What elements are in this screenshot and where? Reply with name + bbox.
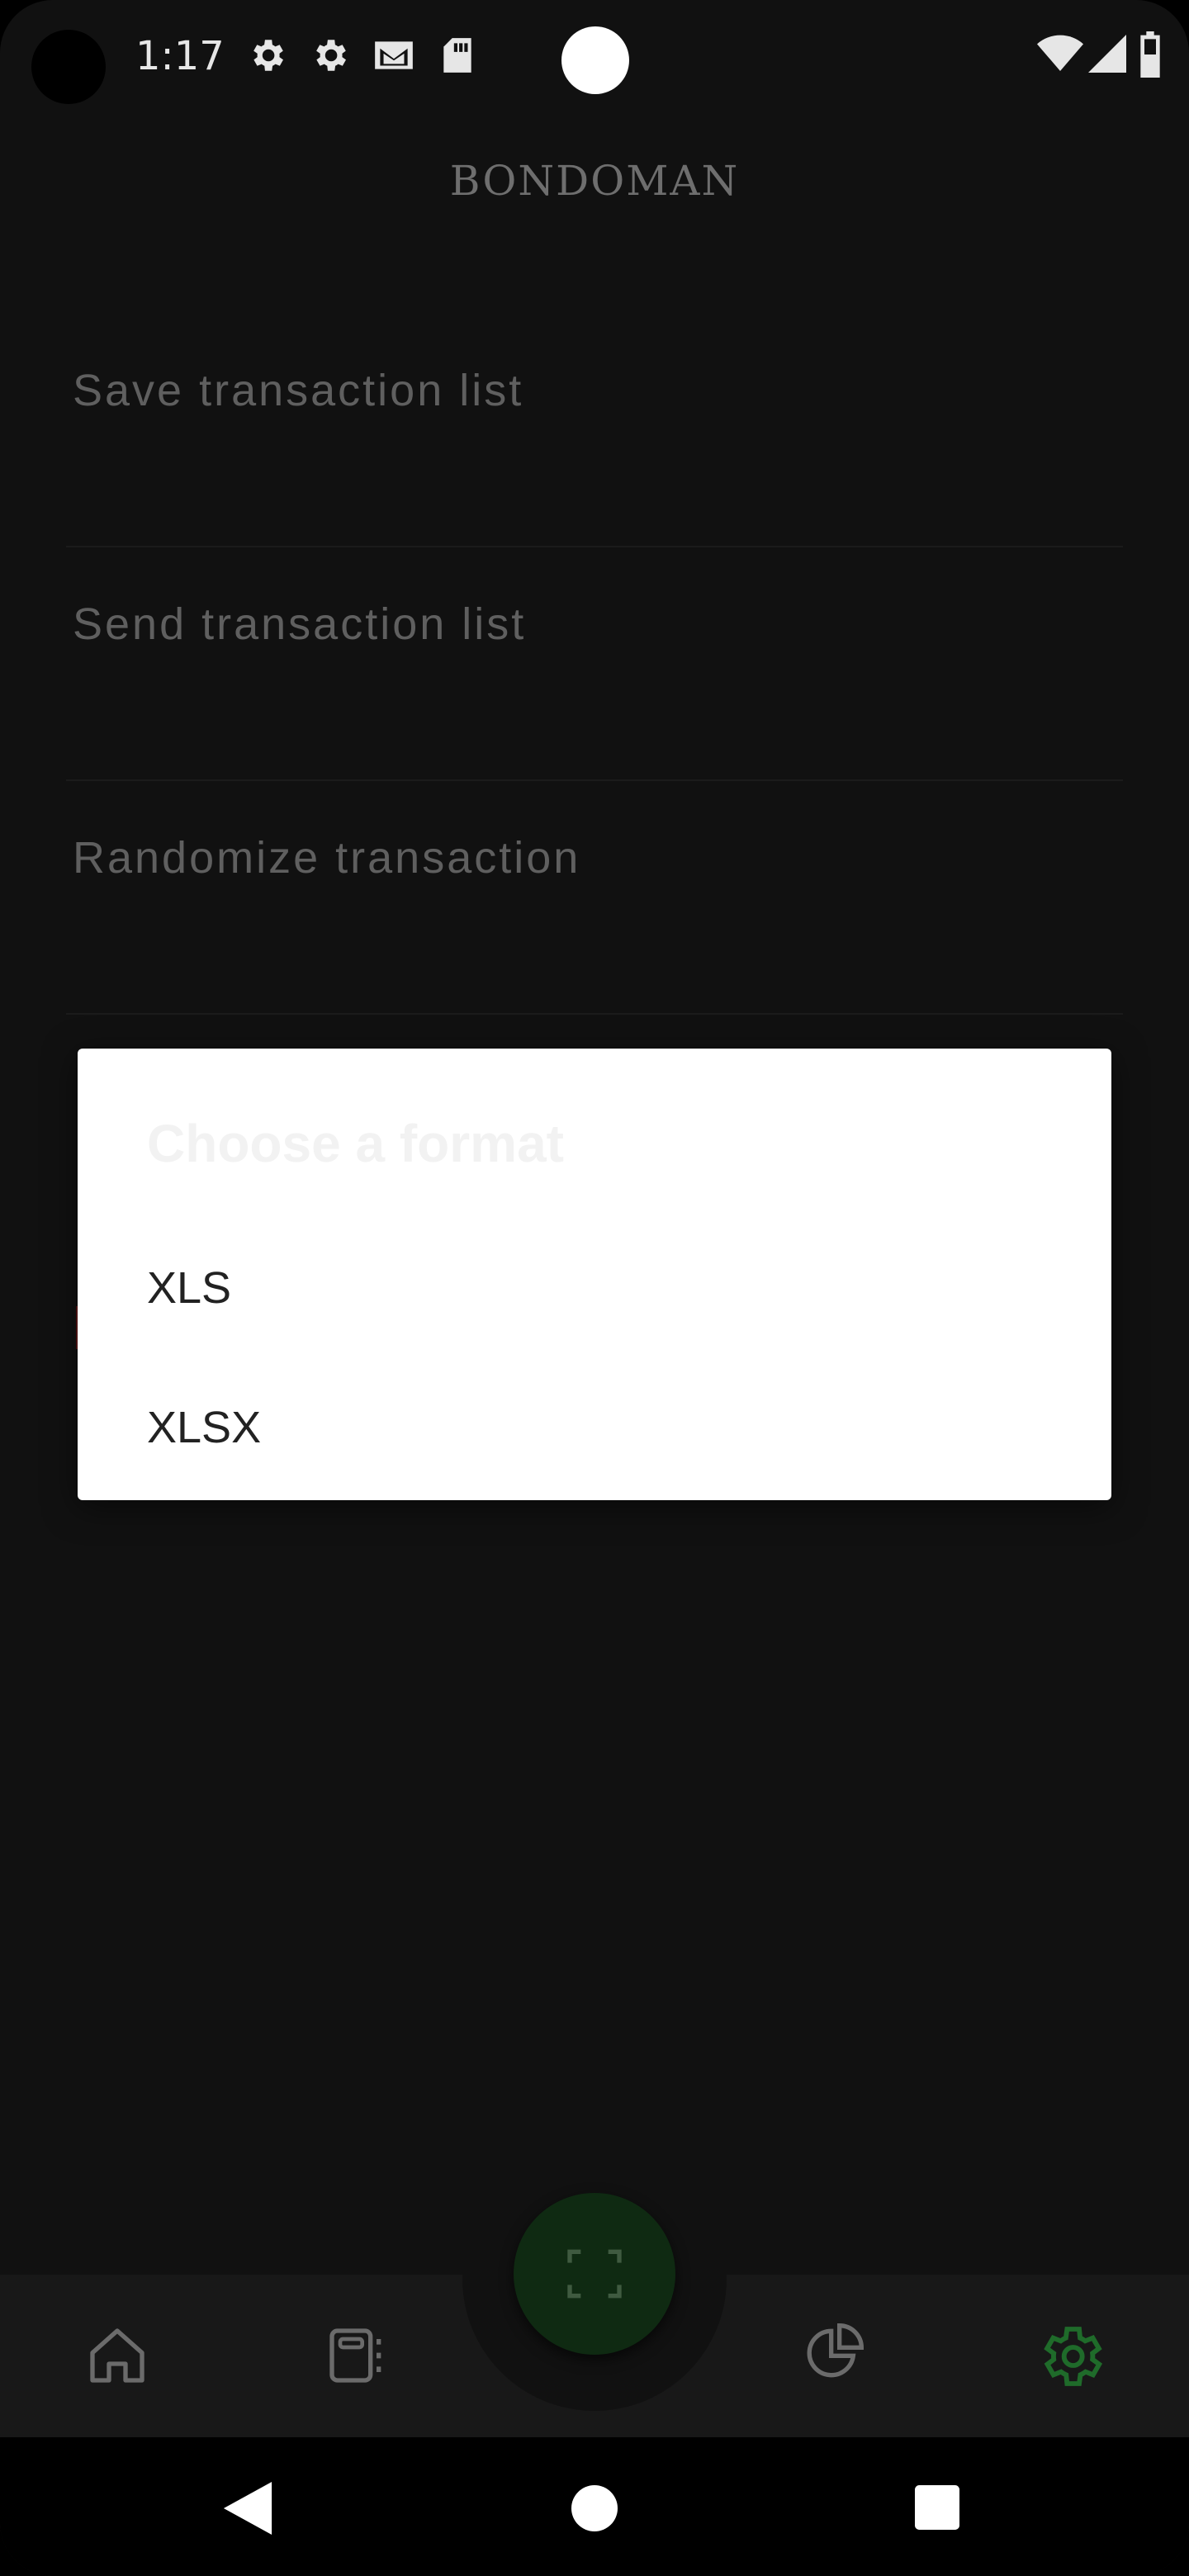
transactions-icon[interactable] xyxy=(324,2323,390,2389)
settings-item-label: Randomize transaction xyxy=(73,833,581,883)
battery-icon xyxy=(1140,31,1160,78)
gmail-icon xyxy=(375,41,413,69)
option-xlsx[interactable]: XLSX xyxy=(78,1362,1111,1494)
home-icon[interactable] xyxy=(571,2485,618,2531)
settings-list: Save transaction list Send transaction l… xyxy=(66,314,1123,1015)
graph-icon[interactable] xyxy=(801,2320,867,2386)
back-icon[interactable] xyxy=(223,2482,272,2535)
settings-item-send[interactable]: Send transaction list xyxy=(66,547,1123,781)
sd-card-icon xyxy=(443,38,471,73)
option-label: XLSX xyxy=(147,1403,262,1452)
settings-item-save[interactable]: Save transaction list xyxy=(66,314,1123,547)
dialog-title: Choose a format xyxy=(147,1114,564,1173)
option-xls[interactable]: XLS xyxy=(78,1223,1111,1355)
settings-item-label: Send transaction list xyxy=(73,599,527,649)
home-icon[interactable] xyxy=(84,2323,150,2389)
app-screen: 1:17 BONDOMAN Save transaction list Send… xyxy=(0,0,1189,2576)
app-title: BONDOMAN xyxy=(449,157,740,205)
scan-button[interactable] xyxy=(514,2193,675,2355)
settings-icon xyxy=(253,40,283,71)
settings-item-randomize[interactable]: Randomize transaction xyxy=(66,781,1123,1015)
wifi-icon xyxy=(1037,35,1083,71)
camera-cutout xyxy=(31,30,106,104)
status-bar: 1:17 xyxy=(0,0,1189,116)
settings-icon[interactable] xyxy=(1034,2320,1106,2393)
option-label: XLS xyxy=(147,1263,232,1313)
status-time: 1:17 xyxy=(135,33,225,79)
signal-icon xyxy=(1088,35,1126,73)
scan-icon xyxy=(567,2249,622,2299)
settings-icon xyxy=(316,40,346,71)
system-navigation xyxy=(0,2437,1189,2576)
front-sensor xyxy=(561,26,629,94)
format-dialog: Choose a format XLS XLSX xyxy=(78,1049,1111,1500)
settings-item-label: Save transaction list xyxy=(73,366,524,415)
recents-icon[interactable] xyxy=(915,2485,959,2530)
